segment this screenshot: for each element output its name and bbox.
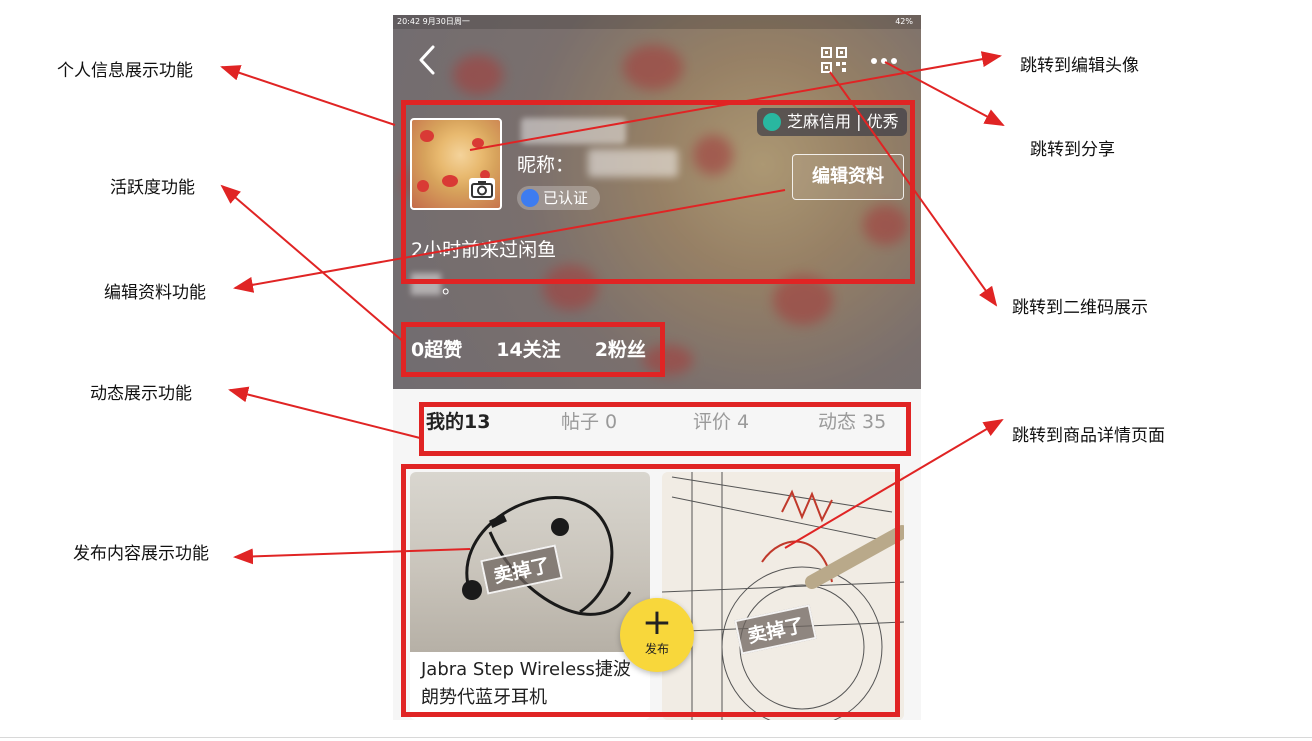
username-blurred — [521, 118, 626, 144]
annotation-edit-profile: 编辑资料功能 — [104, 283, 206, 303]
bio-text: 。 — [442, 276, 462, 298]
annotation-feed: 动态展示功能 — [90, 384, 192, 404]
verified-badge[interactable]: 已认证 — [517, 186, 601, 210]
phone-screen: 20:42 9月30日周一 42% 昵称： 已认证 芝麻信用 | 优秀 编辑资料… — [393, 15, 921, 720]
annotation-edit-avatar: 跳转到编辑头像 — [1020, 56, 1139, 76]
status-time: 20:42 9月30日周一 — [397, 17, 470, 26]
stat-likes[interactable]: 0超赞 — [411, 335, 462, 362]
more-button[interactable] — [869, 53, 899, 67]
verified-icon — [521, 189, 539, 207]
nickname-blurred — [588, 149, 678, 177]
tab-posts[interactable]: 帖子 0 — [561, 407, 617, 434]
stat-followers[interactable]: 2粉丝 — [595, 335, 646, 362]
annotation-profile-info: 个人信息展示功能 — [57, 61, 193, 81]
bio-blurred — [411, 273, 441, 295]
plus-icon: + — [641, 602, 673, 643]
status-battery: 42% — [895, 17, 913, 26]
last-visit-text: 2小时前来过闲鱼 — [411, 239, 557, 261]
edit-profile-button[interactable]: 编辑资料 — [792, 154, 904, 200]
status-bar: 20:42 9月30日周一 42% — [393, 15, 921, 29]
annotation-share: 跳转到分享 — [1030, 140, 1115, 160]
stats-bar: 0超赞 14关注 2粉丝 — [411, 335, 646, 362]
annotation-qr: 跳转到二维码展示 — [1012, 298, 1148, 318]
credit-icon — [763, 113, 781, 131]
qr-code-button[interactable] — [821, 47, 847, 73]
tab-mine[interactable]: 我的13 — [426, 407, 490, 434]
annotation-item-detail: 跳转到商品详情页面 — [1012, 426, 1165, 446]
annotation-posts: 发布内容展示功能 — [73, 544, 209, 564]
profile-tabs: 我的13 帖子 0 评价 4 动态 35 — [393, 407, 921, 443]
divider — [0, 737, 1312, 738]
more-dots-icon — [871, 58, 897, 64]
item-card[interactable]: 卖掉了 — [662, 472, 904, 720]
nickname-label: 昵称： — [517, 154, 575, 176]
tab-reviews[interactable]: 评价 4 — [693, 407, 749, 434]
item-grid: 卖掉了 Jabra Step Wireless捷波朗势代蓝牙耳机 卖掉了 — [410, 472, 904, 720]
sketch-image — [662, 472, 904, 720]
annotation-activity: 活跃度功能 — [110, 178, 195, 198]
qr-code-icon — [821, 47, 847, 73]
chevron-left-icon — [419, 45, 435, 75]
stat-following[interactable]: 14关注 — [496, 335, 560, 362]
verified-label: 已认证 — [543, 189, 589, 207]
credit-badge[interactable]: 芝麻信用 | 优秀 — [757, 108, 907, 136]
camera-icon[interactable] — [469, 178, 495, 200]
credit-label: 芝麻信用 | 优秀 — [787, 112, 899, 131]
back-button[interactable] — [415, 43, 441, 77]
publish-button[interactable]: + 发布 — [620, 598, 694, 672]
tab-feed[interactable]: 动态 35 — [818, 407, 886, 434]
item-card[interactable]: 卖掉了 Jabra Step Wireless捷波朗势代蓝牙耳机 — [410, 472, 650, 720]
publish-label: 发布 — [644, 642, 669, 656]
item-title: Jabra Step Wireless捷波朗势代蓝牙耳机 — [421, 659, 631, 708]
